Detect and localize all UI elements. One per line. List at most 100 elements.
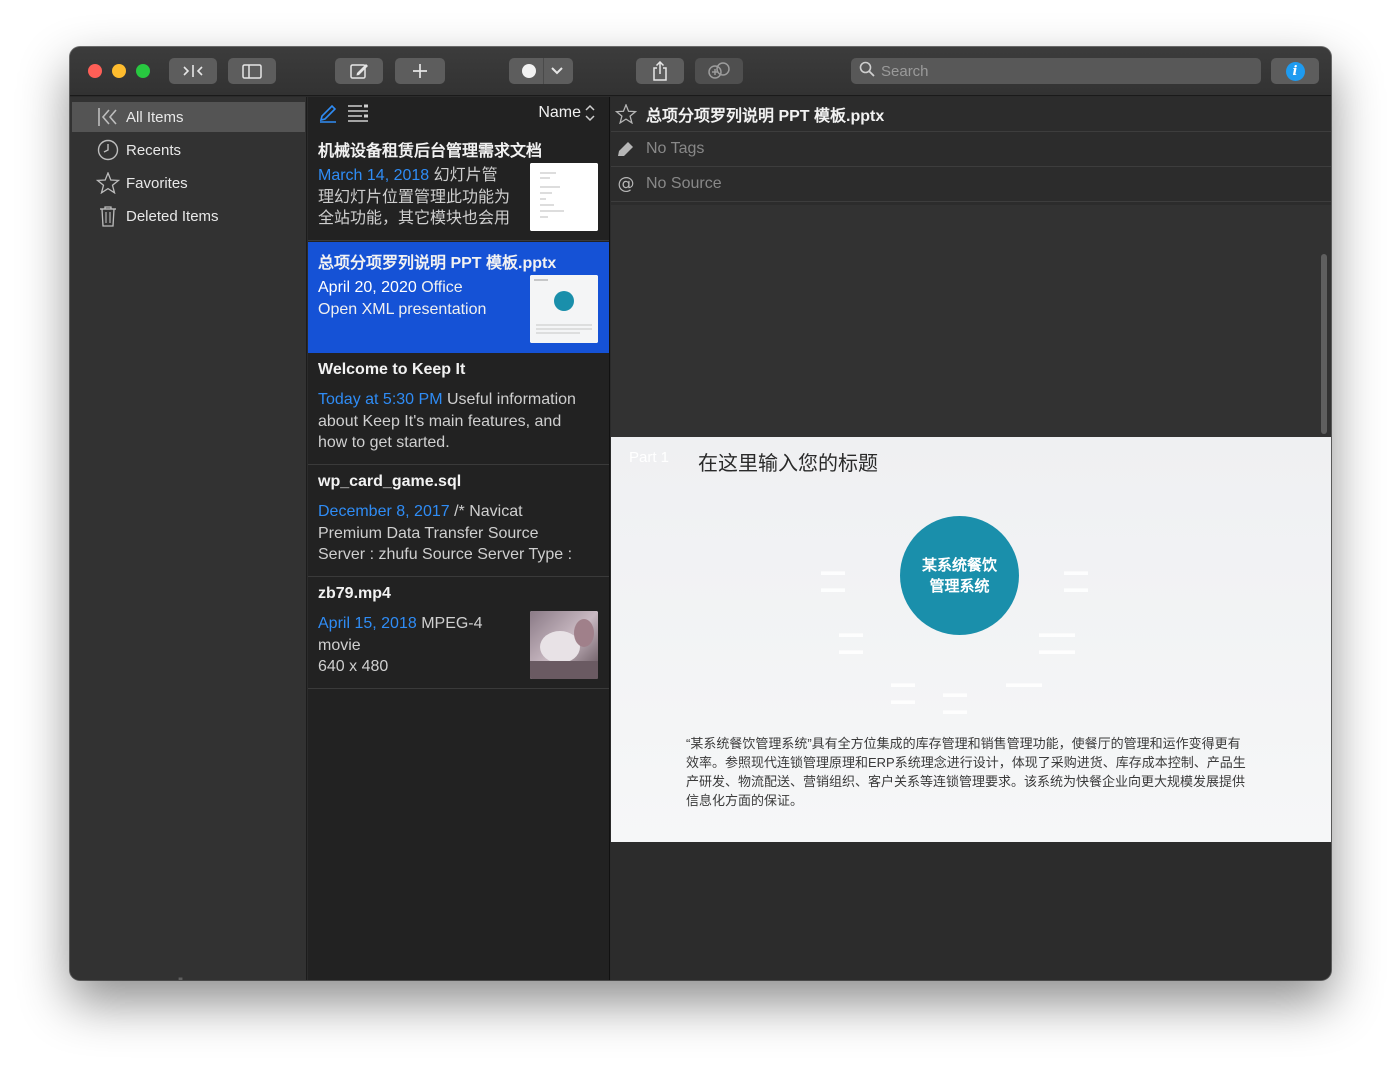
sidebar-item-label: Recents xyxy=(126,141,182,159)
slide-center-circle: 某系统餐饮 管理系统 xyxy=(900,516,1019,635)
slide-ghost-text: ▬▬ ▬▬ xyxy=(1064,564,1088,595)
list-item-body: Today at 5:30 PM Useful information abou… xyxy=(318,389,576,454)
sidebar-item-favorites[interactable]: Favorites xyxy=(72,168,305,198)
circle-icon xyxy=(521,63,537,79)
sidebar-item-label: Deleted Items xyxy=(126,207,219,225)
toggle-list-button[interactable] xyxy=(228,58,276,84)
list-item-line: 640 x 480 xyxy=(318,658,389,675)
list-item-selected[interactable]: 总项分项罗列说明 PPT 模板.pptx April 20, 2020 Offi… xyxy=(308,242,609,353)
item-list: Name 机械设备租赁后台管理需求文档 March 14, 2018 幻灯片管 … xyxy=(308,97,610,980)
all-items-icon xyxy=(96,105,120,129)
slide-part-label: Part 1 xyxy=(629,449,670,466)
list-item-line: Open XML presentation xyxy=(318,300,487,318)
tag-icon xyxy=(611,140,641,158)
sort-by-name-button[interactable]: Name xyxy=(538,104,581,122)
trash-icon xyxy=(96,204,120,228)
list-item-title: 总项分项罗列说明 PPT 模板.pptx xyxy=(318,255,557,272)
document-title[interactable]: 总项分项罗列说明 PPT 模板.pptx xyxy=(646,102,884,126)
sort-arrows-icon[interactable] xyxy=(585,103,595,128)
share-button[interactable] xyxy=(636,58,684,84)
slide-description: “某系统餐饮管理系统”具有全方位集成的库存管理和销售管理功能，使餐厅的管理和运作… xyxy=(686,736,1246,808)
list-item-line: /* Navicat xyxy=(454,503,523,520)
list-item-title: 机械设备租赁后台管理需求文档 xyxy=(318,143,543,160)
detail-pane: 总项分项罗列说明 PPT 模板.pptx No Tags @ No Source… xyxy=(611,97,1331,980)
preview-background xyxy=(611,205,1331,437)
search-input[interactable] xyxy=(881,62,1241,80)
compose-icon xyxy=(349,62,369,80)
list-item-line: Useful information xyxy=(446,391,576,408)
list-item-line: 理幻灯片位置管理此功能为 xyxy=(318,188,511,206)
list-item-title: wp_card_game.sql xyxy=(318,473,462,490)
sidebar-item-all-items[interactable]: All Items xyxy=(72,102,305,132)
list-item-line: Premium Data Transfer Source xyxy=(318,524,539,542)
sidebar-item-recents[interactable]: Recents xyxy=(72,135,305,165)
slide-ghost-text: ▬▬ ▬▬ xyxy=(891,676,915,707)
list-item-date: April 15, 2018 xyxy=(318,615,417,632)
close-window-button[interactable] xyxy=(88,64,102,78)
toggle-sidebar-button[interactable] xyxy=(169,58,217,84)
document-thumbnail xyxy=(530,163,598,231)
watermark-logo: macbox.app xyxy=(91,970,336,980)
sidebar-item-label: Favorites xyxy=(126,174,188,192)
list-item[interactable]: 机械设备租赁后台管理需求文档 March 14, 2018 幻灯片管 理幻灯片位… xyxy=(308,130,609,241)
source-field[interactable]: No Source xyxy=(646,175,722,193)
edit-pencil-icon[interactable] xyxy=(318,103,338,128)
list-item-line: about Keep It's main features, and xyxy=(318,412,562,430)
sidebar-item-deleted-items[interactable]: Deleted Items xyxy=(72,201,305,231)
list-item-date: December 8, 2017 xyxy=(318,503,450,520)
info-button[interactable]: i xyxy=(1271,58,1319,84)
title-row: 总项分项罗列说明 PPT 模板.pptx xyxy=(611,97,1331,132)
preview-scrollbar[interactable] xyxy=(1321,254,1327,434)
label-color-button[interactable] xyxy=(509,58,573,84)
star-icon xyxy=(96,171,120,195)
slide-ghost-text: ▬▬▬ xyxy=(1006,676,1042,690)
slide-ghost-text: ▬▬ ▬▬ xyxy=(839,626,863,657)
list-view-icon[interactable] xyxy=(347,104,369,127)
zoom-window-button[interactable] xyxy=(136,64,150,78)
sidebar: All Items Recents Favorites Deleted Item… xyxy=(70,97,335,980)
list-item-line: 全站功能，其它模块也会用 xyxy=(318,210,511,227)
list-item-title: zb79.mp4 xyxy=(318,585,391,602)
list-item-line: Office xyxy=(421,279,463,296)
people-icon xyxy=(706,62,732,80)
search-icon xyxy=(859,61,875,82)
list-item-date: March 14, 2018 xyxy=(318,167,430,184)
list-item-title: Welcome to Keep It xyxy=(318,361,466,378)
list-item-body: March 14, 2018 幻灯片管 理幻灯片位置管理此功能为 全站功能，其它… xyxy=(318,165,510,230)
sidebar-item-label: All Items xyxy=(126,108,184,126)
slide-center-line: 某系统餐饮 xyxy=(921,556,997,574)
new-note-button[interactable] xyxy=(335,58,383,84)
list-item-body: December 8, 2017 /* Navicat Premium Data… xyxy=(318,501,572,566)
list-item-date: April 20, 2020 xyxy=(318,279,417,296)
tags-field[interactable]: No Tags xyxy=(646,140,704,158)
list-item-line: MPEG-4 xyxy=(421,615,483,632)
list-item[interactable]: zb79.mp4 April 15, 2018 MPEG-4 movie 640… xyxy=(308,578,609,689)
list-item-line: 幻灯片管 xyxy=(433,167,498,184)
slide-ghost-text: ▬▬ ▬▬ xyxy=(943,686,967,717)
info-icon: i xyxy=(1285,61,1305,81)
slide-ghost-text: ▬▬▬ ▬▬▬ xyxy=(1039,626,1075,657)
collaborate-button[interactable] xyxy=(695,58,743,84)
slide-heading: 在这里输入您的标题 xyxy=(698,453,878,475)
sidebar-panel-icon xyxy=(242,63,262,79)
list-item-body: April 15, 2018 MPEG-4 movie 640 x 480 xyxy=(318,613,483,678)
tags-row[interactable]: No Tags xyxy=(611,132,1331,167)
collapse-sidebar-icon xyxy=(182,64,204,78)
list-item[interactable]: wp_card_game.sql December 8, 2017 /* Nav… xyxy=(308,466,609,577)
chevron-down-icon xyxy=(551,67,563,75)
share-icon xyxy=(652,61,668,81)
list-item-line: how to get started. xyxy=(318,434,450,451)
add-item-button[interactable] xyxy=(395,58,445,84)
list-item[interactable]: Welcome to Keep It Today at 5:30 PM Usef… xyxy=(308,354,609,465)
source-row[interactable]: @ No Source xyxy=(611,167,1331,202)
list-item-line: Server : zhufu Source Server Type : xyxy=(318,546,573,563)
search-field[interactable] xyxy=(851,58,1261,84)
presentation-thumbnail xyxy=(530,275,598,343)
slide-center-line: 管理系统 xyxy=(929,577,990,595)
plus-icon xyxy=(412,63,428,79)
favorite-star-icon[interactable] xyxy=(611,104,641,124)
list-header: Name xyxy=(308,97,609,130)
minimize-window-button[interactable] xyxy=(112,64,126,78)
clock-icon xyxy=(96,138,120,162)
toolbar: i xyxy=(70,47,1331,96)
